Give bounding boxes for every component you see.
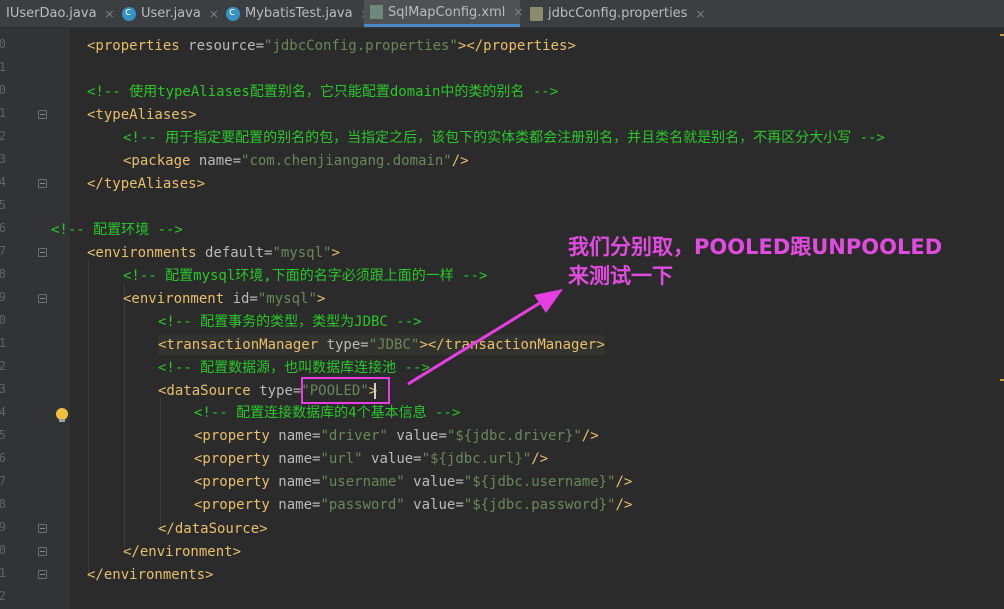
annotation-arrow (407, 289, 563, 386)
annotation-text: 我们分别取，POOLED跟UNPOOLED 来测试一下 (568, 235, 943, 288)
